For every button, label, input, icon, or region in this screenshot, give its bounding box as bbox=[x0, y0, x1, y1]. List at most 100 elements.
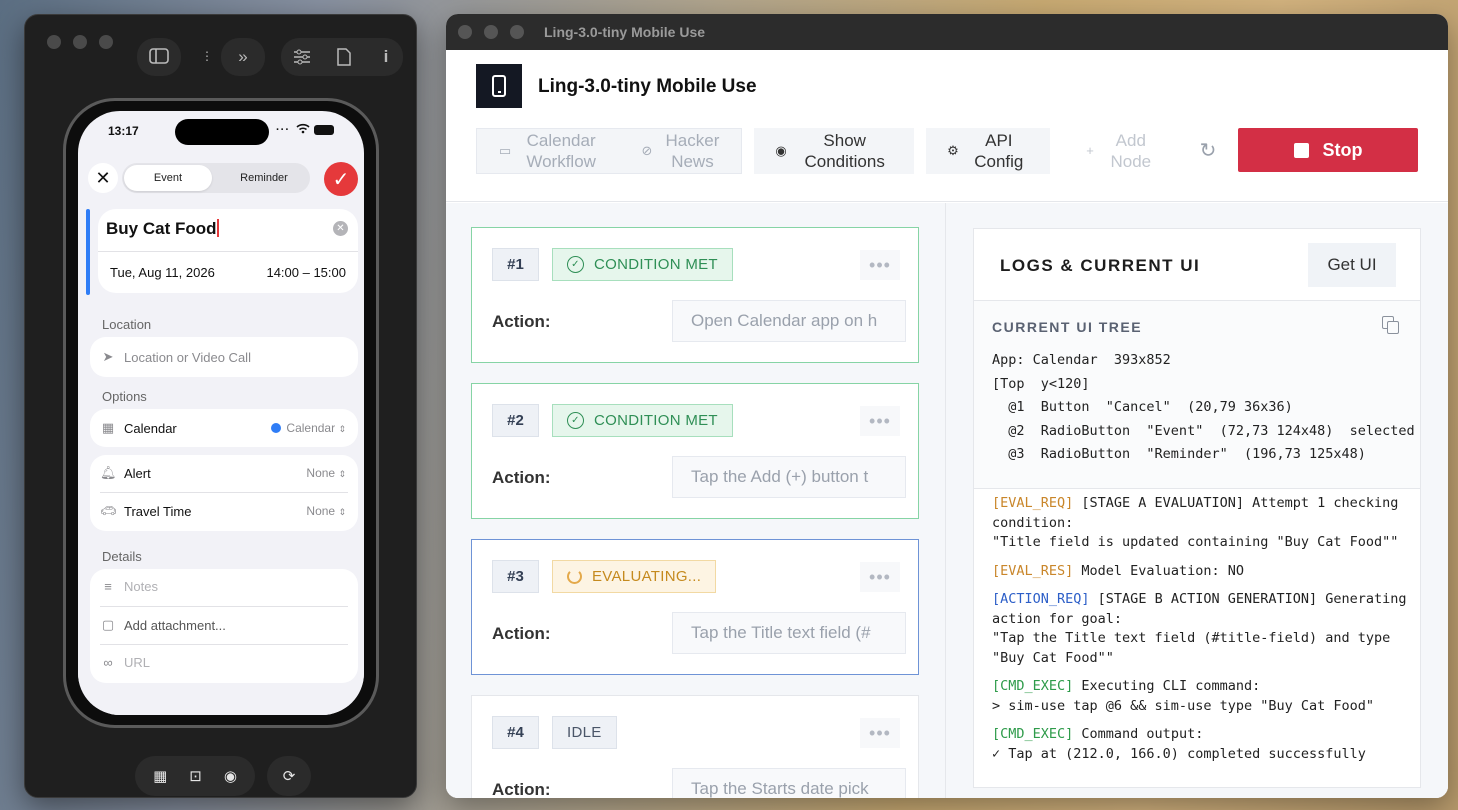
add-attachment-row[interactable]: ▢ Add attachment... bbox=[100, 617, 226, 633]
check-circle-icon: ✓ bbox=[567, 412, 584, 429]
log-entry: [EVAL_RES] Model Evaluation: NO bbox=[992, 562, 1244, 579]
calendar-color-bar bbox=[86, 209, 90, 295]
action-input[interactable]: Open Calendar app on h bbox=[672, 300, 906, 342]
tab-calendar-workflow[interactable]: ▭ Calendar Workflow bbox=[482, 128, 618, 174]
step-number: #3 bbox=[492, 560, 539, 593]
alert-travel-card: 🔔︎ Alert None ⇕ 🚗︎ Travel Time None ⇕ bbox=[90, 455, 358, 531]
more-options-icon[interactable]: ••• bbox=[860, 406, 900, 436]
step-number: #4 bbox=[492, 716, 539, 749]
step-card: #3 EVALUATING... ••• Action: Tap the Tit… bbox=[471, 539, 919, 675]
iphone-screen: 13:17 ··· ✕ Event Reminder ✓ Buy Cat Foo… bbox=[78, 111, 364, 715]
action-input[interactable]: Tap the Add (+) button t bbox=[672, 456, 906, 498]
more-options-icon[interactable]: ••• bbox=[860, 562, 900, 592]
clear-text-icon[interactable]: ✕ bbox=[333, 221, 348, 236]
copy-icon[interactable] bbox=[1382, 316, 1400, 334]
action-label: Action: bbox=[492, 780, 551, 798]
rotate-icon[interactable]: ⟳ bbox=[267, 756, 311, 796]
dynamic-island bbox=[175, 119, 269, 145]
forward-icon[interactable]: » bbox=[229, 42, 257, 72]
show-conditions-button[interactable]: ◉ Show Conditions bbox=[754, 128, 914, 174]
event-editor-sheet: ✕ Event Reminder ✓ Buy Cat Food ✕ Tue, A… bbox=[78, 153, 364, 715]
stop-icon bbox=[1293, 142, 1309, 158]
plus-icon: + bbox=[1086, 142, 1094, 158]
action-input[interactable]: Tap the Starts date pick bbox=[672, 768, 906, 798]
refresh-icon[interactable]: ↻ bbox=[1190, 128, 1226, 174]
sliders-icon[interactable] bbox=[289, 42, 315, 72]
title-field[interactable]: Buy Cat Food bbox=[106, 219, 219, 239]
calendar-row[interactable]: ▦ Calendar Calendar ⇕ bbox=[90, 409, 358, 447]
minimize-window-button[interactable] bbox=[484, 25, 498, 39]
wifi-icon bbox=[296, 122, 310, 137]
step-card: #1 ✓ CONDITION MET ••• Action: Open Calen… bbox=[471, 227, 919, 363]
phone-logo-icon bbox=[476, 64, 522, 108]
more-options-icon[interactable]: ••• bbox=[860, 250, 900, 280]
logs-header: LOGS & CURRENT UI Get UI bbox=[974, 229, 1420, 301]
logs-column: LOGS & CURRENT UI Get UI CURRENT UI TREE… bbox=[946, 203, 1448, 798]
action-label: Action: bbox=[492, 624, 551, 643]
status-badge: IDLE bbox=[552, 716, 617, 749]
step-number: #2 bbox=[492, 404, 539, 437]
grid-icon[interactable]: ▦ bbox=[153, 767, 167, 785]
log-entry: [CMD_EXEC] Command output: ✓ Tap at (212… bbox=[992, 726, 1366, 762]
notes-field[interactable]: ≡ Notes bbox=[100, 579, 158, 594]
travel-time-row[interactable]: 🚗︎ Travel Time bbox=[100, 503, 191, 519]
minimize-window-button[interactable] bbox=[73, 35, 87, 49]
more-options-icon[interactable]: ••• bbox=[860, 718, 900, 748]
close-window-button[interactable] bbox=[458, 25, 472, 39]
location-field[interactable]: ➤ Location or Video Call bbox=[90, 337, 358, 377]
segment-event[interactable]: Event bbox=[124, 165, 212, 191]
gear-icon: ⚙ bbox=[947, 142, 959, 158]
confirm-check-button[interactable]: ✓ bbox=[324, 162, 358, 196]
calendar-icon: ▭ bbox=[498, 142, 512, 158]
notes-icon: ≡ bbox=[104, 579, 112, 594]
ui-tree-box: CURRENT UI TREE App: Calendar 393x852 [To… bbox=[974, 301, 1420, 489]
eye-icon: ◉ bbox=[775, 142, 787, 158]
ui-tree-title: CURRENT UI TREE bbox=[992, 319, 1143, 335]
event-date[interactable]: Tue, Aug 11, 2026 bbox=[110, 265, 215, 280]
record-icon[interactable]: ◉ bbox=[224, 767, 237, 785]
status-badge: ✓ CONDITION MET bbox=[552, 404, 733, 437]
status-badge: ✓ CONDITION MET bbox=[552, 248, 733, 281]
zoom-window-button[interactable] bbox=[99, 35, 113, 49]
car-icon: 🚗︎ bbox=[100, 503, 117, 518]
cancel-button[interactable]: ✕ bbox=[88, 163, 118, 193]
calendar-color-dot bbox=[271, 423, 282, 433]
window-titlebar: Ling-3.0-tiny Mobile Use bbox=[446, 14, 1448, 50]
segment-reminder[interactable]: Reminder bbox=[220, 165, 308, 191]
battery-icon bbox=[314, 125, 334, 135]
location-arrow-icon: ➤ bbox=[102, 349, 114, 364]
get-ui-button[interactable]: Get UI bbox=[1308, 243, 1396, 287]
details-section-label: Details bbox=[102, 549, 142, 564]
event-type-segmented-control: Event Reminder bbox=[122, 163, 310, 193]
simulator-window: ⋮ » i 13:17 ··· ✕ Event Reminder ✓ Buy C… bbox=[24, 14, 417, 798]
main-content: #1 ✓ CONDITION MET ••• Action: Open Calen… bbox=[446, 203, 1448, 798]
app-title: Ling-3.0-tiny Mobile Use bbox=[538, 76, 757, 97]
url-field[interactable]: ∞ URL bbox=[100, 655, 150, 670]
add-node-button[interactable]: + Add Node bbox=[1064, 128, 1180, 174]
close-window-button[interactable] bbox=[47, 35, 61, 49]
link-icon: ∞ bbox=[103, 655, 113, 670]
api-config-button[interactable]: ⚙ API Config bbox=[926, 128, 1050, 174]
stop-button[interactable]: Stop bbox=[1238, 128, 1418, 172]
alert-row[interactable]: 🔔︎ Alert bbox=[100, 465, 151, 481]
zoom-window-button[interactable] bbox=[510, 25, 524, 39]
status-badge: EVALUATING... bbox=[552, 560, 717, 593]
action-input[interactable]: Tap the Title text field (# bbox=[672, 612, 906, 654]
logs-title: LOGS & CURRENT UI bbox=[1000, 256, 1201, 275]
step-card: #2 ✓ CONDITION MET ••• Action: Tap the Ad… bbox=[471, 383, 919, 519]
log-entries: [EVAL_REQ] [STAGE A EVALUATION] Attempt … bbox=[992, 494, 1412, 773]
spinner-icon bbox=[567, 569, 582, 584]
logs-panel: LOGS & CURRENT UI Get UI CURRENT UI TREE… bbox=[973, 228, 1421, 788]
sidebar-icon[interactable] bbox=[145, 41, 173, 71]
tab-hacker-news[interactable]: ⊘ Hacker News bbox=[624, 128, 740, 174]
hierarchy-icon[interactable]: ⋮ bbox=[197, 41, 217, 71]
log-entry: [CMD_EXEC] Executing CLI command: > sim-… bbox=[992, 678, 1375, 714]
log-entry: [ACTION_REQ] [STAGE B ACTION GENERATION]… bbox=[992, 591, 1407, 666]
event-time-range[interactable]: 14:00 – 15:00 bbox=[266, 265, 346, 280]
log-entry: [EVAL_REQ] [STAGE A EVALUATION] Attempt … bbox=[992, 495, 1399, 550]
step-number: #1 bbox=[492, 248, 539, 281]
options-section-label: Options bbox=[102, 389, 147, 404]
screenshot-icon[interactable]: ⊡ bbox=[189, 767, 202, 785]
info-icon[interactable]: i bbox=[373, 42, 399, 72]
document-icon[interactable] bbox=[331, 42, 357, 72]
